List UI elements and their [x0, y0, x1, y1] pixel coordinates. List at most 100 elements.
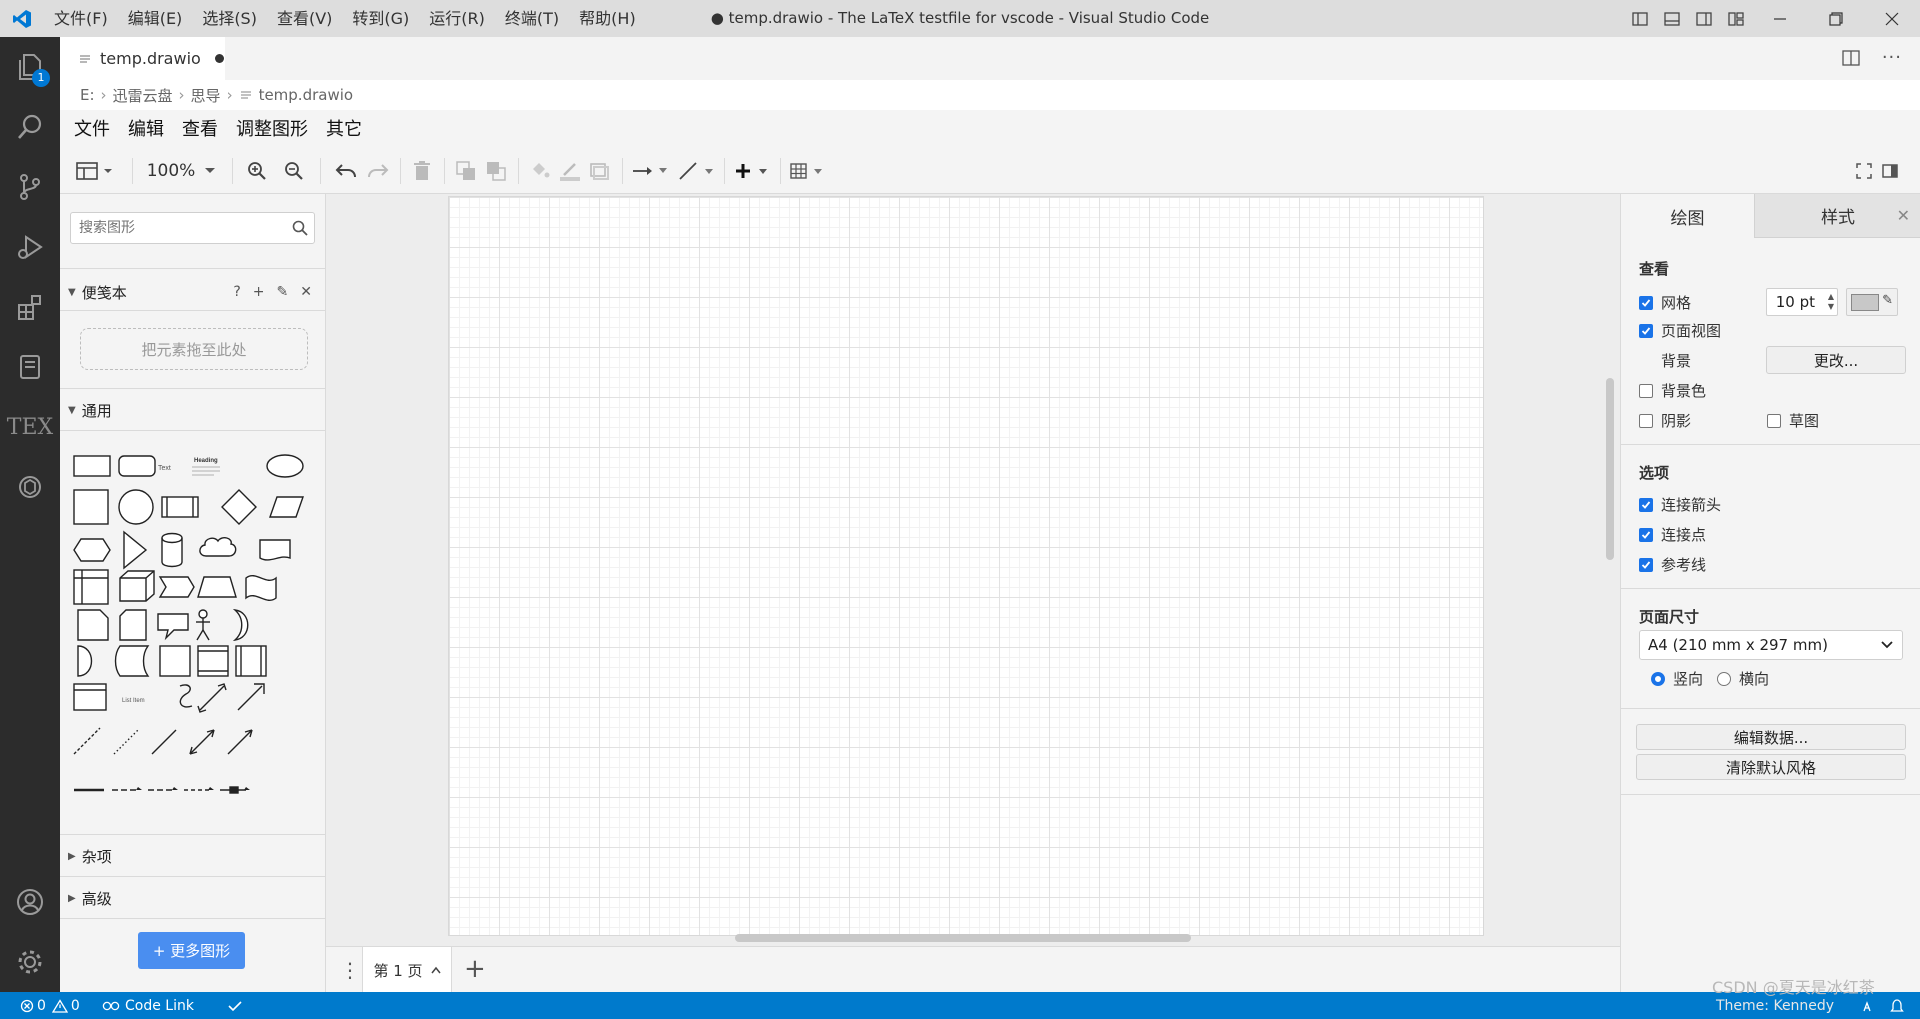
zoom-in-icon[interactable]	[245, 160, 269, 182]
add-page-icon[interactable]: +	[464, 955, 486, 983]
format-panel-toggle-icon[interactable]	[1880, 160, 1900, 182]
toggle-primary-sidebar-icon[interactable]	[1624, 0, 1656, 37]
grid-checkbox-row[interactable]: 网格	[1639, 292, 1691, 313]
vertical-scrollbar[interactable]	[1606, 378, 1614, 560]
chatgpt-icon[interactable]	[0, 457, 60, 517]
restore-icon[interactable]	[1808, 0, 1864, 37]
general-header[interactable]: ▼ 通用	[60, 390, 326, 430]
sketch-checkbox[interactable]	[1767, 413, 1781, 428]
grid-color-picker[interactable]: ✎	[1846, 288, 1898, 316]
view-panels-icon[interactable]	[74, 160, 118, 182]
guides-checkbox[interactable]	[1639, 557, 1653, 572]
toggle-panel-icon[interactable]	[1656, 0, 1688, 37]
drawio-menu-file[interactable]: 文件	[74, 115, 110, 141]
shape-square[interactable]	[73, 489, 109, 525]
horizontal-scrollbar[interactable]	[735, 934, 1191, 942]
shape-delay[interactable]	[77, 645, 93, 677]
menu-view[interactable]: 查看(V)	[267, 0, 342, 37]
scratchpad-dropzone[interactable]: 把元素拖至此处	[80, 328, 308, 370]
menu-help[interactable]: 帮助(H)	[569, 0, 646, 37]
manage-gear-icon[interactable]	[0, 932, 60, 992]
notebook-icon[interactable]	[0, 337, 60, 397]
shape-cloud[interactable]	[199, 537, 237, 557]
close-window-icon[interactable]	[1864, 0, 1920, 37]
shape-trapezoid[interactable]	[197, 576, 237, 598]
portrait-radio[interactable]	[1651, 671, 1665, 686]
connection-points-row[interactable]: 连接点	[1639, 524, 1706, 545]
shape-rounded-rectangle[interactable]	[118, 455, 156, 477]
bg-color-checkbox[interactable]	[1639, 383, 1653, 398]
close-icon[interactable]: ✕	[300, 284, 312, 300]
shape-list-item[interactable]: List Item	[122, 698, 145, 704]
menu-run[interactable]: 运行(R)	[419, 0, 495, 37]
connection-style-icon[interactable]	[632, 160, 670, 182]
latex-icon[interactable]: TEX	[0, 397, 60, 457]
tab-diagram[interactable]: 绘图	[1621, 194, 1754, 238]
shape-document[interactable]	[259, 539, 291, 561]
search-icon[interactable]	[0, 97, 60, 157]
diagram-canvas[interactable]	[326, 194, 1620, 946]
explorer-icon[interactable]: 1	[0, 37, 60, 97]
page-tab-1[interactable]: 第 1 页	[362, 947, 452, 993]
shape-ellipse[interactable]	[266, 454, 304, 478]
waypoints-icon[interactable]	[678, 160, 716, 182]
help-icon[interactable]: ?	[233, 284, 240, 300]
guides-row[interactable]: 参考线	[1639, 554, 1706, 575]
shape-search-input[interactable]	[71, 213, 271, 243]
shape-circle[interactable]	[118, 489, 154, 525]
edit-pencil-icon[interactable]: ✎	[277, 284, 289, 300]
connection-arrows-row[interactable]: 连接箭头	[1639, 494, 1721, 515]
shape-bidirectional-arrow[interactable]	[199, 685, 225, 711]
shape-diamond[interactable]	[221, 489, 257, 525]
shape-line[interactable]	[151, 729, 177, 755]
shape-square-2[interactable]	[159, 645, 191, 677]
shape-cylinder[interactable]	[161, 532, 183, 568]
scratchpad-header[interactable]: ▼ 便笺本 ? + ✎ ✕	[60, 272, 326, 312]
page-menu-icon[interactable]: ⋮	[340, 957, 360, 983]
shape-directional-connector[interactable]	[227, 729, 253, 755]
drawio-menu-edit[interactable]: 编辑	[128, 115, 164, 141]
run-debug-icon[interactable]	[0, 217, 60, 277]
extensions-icon[interactable]	[0, 277, 60, 337]
connection-arrows-checkbox[interactable]	[1639, 497, 1653, 512]
shape-actor[interactable]	[198, 609, 208, 619]
diagram-page[interactable]	[448, 196, 1484, 936]
shape-curve[interactable]	[179, 684, 193, 708]
shape-list[interactable]	[73, 683, 107, 711]
spinner-arrows-icon[interactable]: ▲ ▼	[1828, 292, 1834, 312]
unsaved-dot-icon[interactable]	[214, 54, 224, 63]
drawio-menu-extras[interactable]: 其它	[326, 115, 362, 141]
notifications-bell-icon[interactable]	[1890, 992, 1904, 1019]
grid-checkbox[interactable]	[1639, 295, 1653, 310]
problems-indicator[interactable]: 0 0	[20, 992, 80, 1019]
breadcrumb-folder-2[interactable]: 思导	[191, 85, 221, 106]
shape-note[interactable]	[77, 609, 109, 641]
menu-file[interactable]: 文件(F)	[44, 0, 118, 37]
shape-tape[interactable]	[245, 575, 277, 601]
shape-callout[interactable]	[157, 613, 189, 641]
shape-arrow[interactable]	[237, 685, 263, 711]
shape-dotted-line[interactable]	[113, 729, 139, 755]
shape-card[interactable]	[119, 609, 147, 641]
account-icon[interactable]	[0, 872, 60, 932]
misc-header[interactable]: ▶ 杂项	[60, 836, 326, 876]
code-link-status[interactable]: Code Link	[102, 992, 194, 1019]
toggle-secondary-sidebar-icon[interactable]	[1688, 0, 1720, 37]
connection-points-checkbox[interactable]	[1639, 527, 1653, 542]
zoom-out-icon[interactable]	[282, 160, 306, 182]
tab-temp-drawio[interactable]: temp.drawio	[60, 37, 225, 80]
checkmark-icon[interactable]	[228, 992, 242, 1019]
shape-container[interactable]	[73, 569, 109, 605]
shape-parallelogram[interactable]	[269, 496, 304, 518]
shadow-checkbox-row[interactable]: 阴影	[1639, 410, 1691, 431]
minimize-icon[interactable]	[1752, 0, 1808, 37]
undo-icon[interactable]	[334, 160, 358, 182]
close-panel-icon[interactable]: ✕	[1897, 206, 1910, 225]
fullscreen-icon[interactable]	[1854, 160, 1874, 182]
source-control-icon[interactable]	[0, 157, 60, 217]
sketch-checkbox-row[interactable]: 草图	[1767, 410, 1819, 431]
clear-default-style-button[interactable]: 清除默认风格	[1636, 754, 1906, 780]
advanced-header[interactable]: ▶ 高级	[60, 878, 326, 918]
menu-selection[interactable]: 选择(S)	[192, 0, 267, 37]
tab-style[interactable]: 样式	[1754, 194, 1920, 238]
